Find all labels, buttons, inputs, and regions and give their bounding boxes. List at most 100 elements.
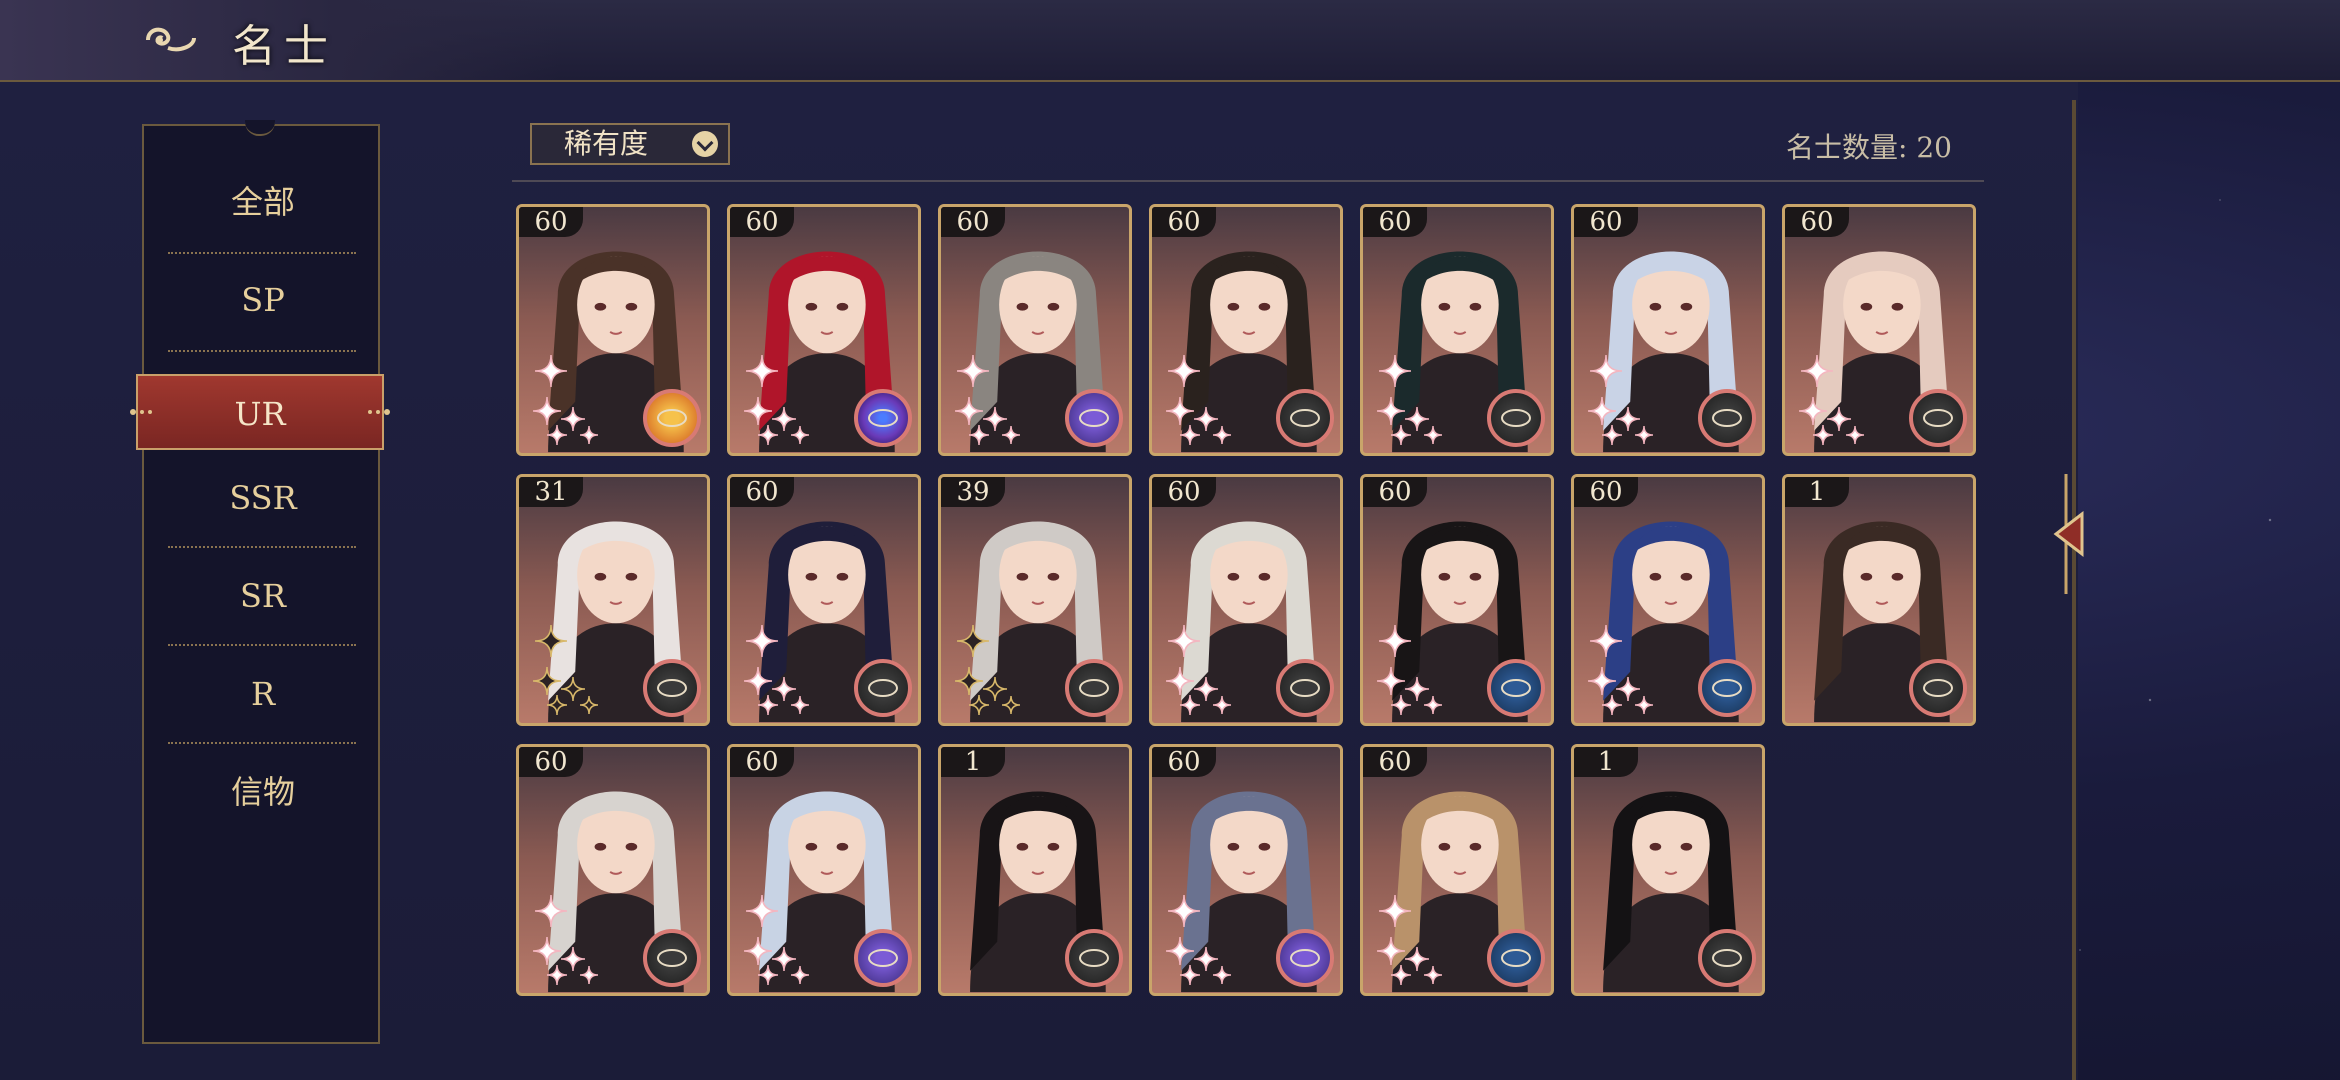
level-badge: 60 xyxy=(1363,747,1427,777)
page-title: 名士 xyxy=(232,21,336,72)
faction-emblem-icon xyxy=(1909,389,1967,447)
faction-emblem-icon xyxy=(854,389,912,447)
level-badge: 60 xyxy=(1152,207,1216,237)
sidebar-item-all[interactable]: 全部 xyxy=(172,154,354,250)
rarity-filter-dropdown[interactable]: 稀有度 xyxy=(530,123,730,165)
character-card[interactable]: 60 xyxy=(1360,204,1554,456)
faction-emblem-icon xyxy=(1065,929,1123,987)
emblem-mark-icon xyxy=(868,949,898,967)
character-card[interactable]: 60 xyxy=(1571,204,1765,456)
back-cloud-icon[interactable] xyxy=(140,18,200,62)
level-badge: 60 xyxy=(1574,207,1638,237)
faction-emblem-icon xyxy=(1487,929,1545,987)
emblem-mark-icon xyxy=(1712,949,1742,967)
character-card[interactable]: 60 xyxy=(1782,204,1976,456)
faction-emblem-icon xyxy=(1698,389,1756,447)
divider xyxy=(168,546,356,548)
character-card[interactable]: 39 xyxy=(938,474,1132,726)
character-card[interactable]: 1 xyxy=(938,744,1132,996)
star-rank-icon xyxy=(743,354,810,445)
divider xyxy=(168,742,356,744)
level-badge: 60 xyxy=(1152,747,1216,777)
character-card[interactable]: 60 xyxy=(1360,744,1554,996)
character-count: 名士数量: 20 xyxy=(1786,131,1952,164)
ornament-dots-icon xyxy=(130,409,152,415)
faction-emblem-icon xyxy=(1065,389,1123,447)
level-badge: 1 xyxy=(1785,477,1849,507)
star-rank-icon xyxy=(532,354,599,445)
sidebar-item-token[interactable]: 信物 xyxy=(172,744,354,840)
faction-emblem-icon xyxy=(1487,659,1545,717)
faction-emblem-icon xyxy=(854,659,912,717)
level-badge: 60 xyxy=(519,747,583,777)
emblem-mark-icon xyxy=(1079,409,1109,427)
character-card[interactable]: 1 xyxy=(1782,474,1976,726)
chevron-down-icon xyxy=(692,131,718,157)
faction-emblem-icon xyxy=(1909,659,1967,717)
character-card[interactable]: 60 xyxy=(1571,474,1765,726)
character-card[interactable]: 60 xyxy=(727,744,921,996)
character-card[interactable]: 31 xyxy=(516,474,710,726)
level-badge: 60 xyxy=(730,207,794,237)
faction-emblem-icon xyxy=(643,929,701,987)
emblem-mark-icon xyxy=(868,409,898,427)
star-rank-icon xyxy=(532,624,599,715)
emblem-mark-icon xyxy=(1501,949,1531,967)
filter-label: 稀有度 xyxy=(564,127,649,160)
faction-emblem-icon xyxy=(1276,389,1334,447)
level-badge: 60 xyxy=(941,207,1005,237)
star-rank-icon xyxy=(1587,354,1654,445)
star-rank-icon xyxy=(532,894,599,985)
faction-emblem-icon xyxy=(643,659,701,717)
faction-emblem-icon xyxy=(1698,929,1756,987)
sidebar-item-label: SP xyxy=(241,281,285,319)
sidebar-item-ur[interactable]: UR xyxy=(130,374,390,450)
star-rank-icon xyxy=(1798,354,1865,445)
sidebar-item-label: 全部 xyxy=(230,183,295,221)
sidebar-item-sr[interactable]: SR xyxy=(172,548,354,644)
emblem-mark-icon xyxy=(1501,679,1531,697)
level-badge: 60 xyxy=(1152,477,1216,507)
level-badge: 60 xyxy=(1363,207,1427,237)
sidebar-item-label: SR xyxy=(239,577,286,615)
level-badge: 60 xyxy=(1574,477,1638,507)
faction-emblem-icon xyxy=(854,929,912,987)
level-badge: 1 xyxy=(1574,747,1638,777)
emblem-mark-icon xyxy=(1079,949,1109,967)
emblem-mark-icon xyxy=(1923,409,1953,427)
level-badge: 60 xyxy=(730,477,794,507)
character-card[interactable]: 60 xyxy=(1149,474,1343,726)
divider xyxy=(168,350,356,352)
level-badge: 39 xyxy=(941,477,1005,507)
character-card[interactable]: 60 xyxy=(1149,204,1343,456)
emblem-mark-icon xyxy=(657,949,687,967)
character-card[interactable]: 60 xyxy=(727,474,921,726)
emblem-mark-icon xyxy=(1923,679,1953,697)
character-card[interactable]: 60 xyxy=(516,744,710,996)
emblem-mark-icon xyxy=(1290,679,1320,697)
character-card[interactable]: 60 xyxy=(1149,744,1343,996)
rarity-sidebar: 全部 SP UR SSR SR R 信物 xyxy=(130,124,390,1044)
star-rank-icon xyxy=(1376,624,1443,715)
star-rank-icon xyxy=(954,354,1021,445)
emblem-mark-icon xyxy=(1290,409,1320,427)
sidebar-item-sp[interactable]: SP xyxy=(172,252,354,348)
collapse-arrow-icon[interactable] xyxy=(2046,474,2086,594)
emblem-mark-icon xyxy=(1712,409,1742,427)
character-card[interactable]: 60 xyxy=(938,204,1132,456)
character-card[interactable]: 60 xyxy=(1360,474,1554,726)
emblem-mark-icon xyxy=(1290,949,1320,967)
level-badge: 60 xyxy=(1363,477,1427,507)
emblem-mark-icon xyxy=(1501,409,1531,427)
character-card[interactable]: 60 xyxy=(516,204,710,456)
sidebar-item-label: UR xyxy=(234,395,286,433)
faction-emblem-icon xyxy=(1487,389,1545,447)
character-card[interactable]: 1 xyxy=(1571,744,1765,996)
sidebar-item-r[interactable]: R xyxy=(172,646,354,742)
character-card[interactable]: 60 xyxy=(727,204,921,456)
sidebar-item-ssr[interactable]: SSR xyxy=(172,450,354,546)
star-rank-icon xyxy=(1165,354,1232,445)
star-rank-icon xyxy=(1587,624,1654,715)
level-badge: 60 xyxy=(519,207,583,237)
emblem-mark-icon xyxy=(657,409,687,427)
